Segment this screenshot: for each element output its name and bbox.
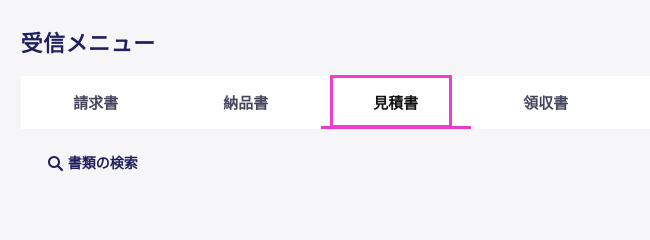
tab-quotation-label: 見積書 [373,94,419,112]
active-tab-indicator [321,126,471,129]
tab-receipt[interactable]: 領収書 [471,76,621,129]
page-title: 受信メニュー [21,32,157,57]
tab-invoice[interactable]: 請求書 [21,76,171,129]
search-icon [48,155,64,171]
search-documents-link[interactable]: 書類の検索 [47,153,138,173]
tab-quotation[interactable]: 見積書 [321,76,471,129]
search-documents-label: 書類の検索 [68,156,138,172]
tab-delivery-note[interactable]: 納品書 [171,76,321,129]
document-tab-bar: 請求書 納品書 見積書 領収書 [21,76,650,129]
